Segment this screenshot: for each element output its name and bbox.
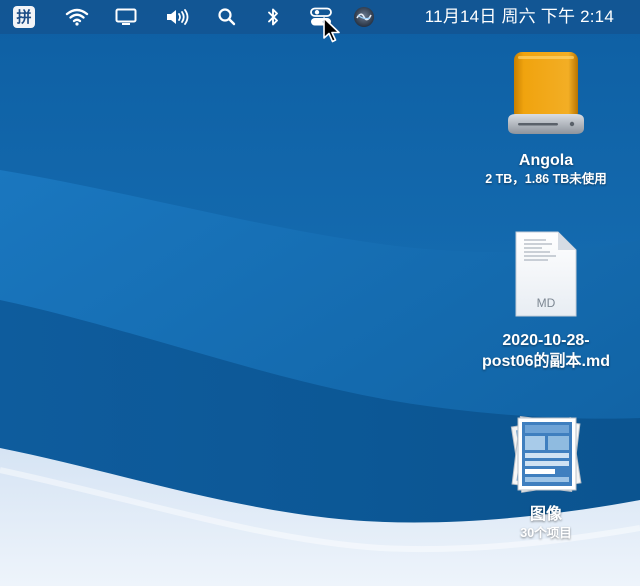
airplay-display-icon[interactable] — [114, 0, 138, 34]
volume-icon[interactable] — [164, 0, 192, 34]
mouse-cursor-icon — [323, 17, 340, 43]
input-method-label: 拼 — [13, 6, 35, 28]
menu-bar: 拼 11月14日 周六 下午 2:14 — [0, 0, 640, 34]
file-name-line2: post06的副本.md — [481, 353, 611, 370]
bluetooth-icon[interactable] — [264, 0, 282, 34]
siri-icon[interactable] — [352, 0, 376, 34]
input-method-icon[interactable]: 拼 — [12, 0, 36, 34]
spotlight-search-icon[interactable] — [216, 0, 238, 34]
file-name-line1: 2020-10-28- — [502, 332, 590, 349]
menu-bar-clock[interactable]: 11月14日 周六 下午 2:14 — [425, 0, 614, 34]
desktop-drive-angola[interactable]: Angola 2 TB，1.86 TB未使用 — [466, 48, 626, 187]
drive-info: 2 TB，1.86 TB未使用 — [485, 172, 607, 186]
file-type-badge: MD — [536, 296, 556, 310]
external-drive-icon — [508, 52, 584, 134]
desktop-file-markdown[interactable]: MD 2020-10-28- post06的副本.md — [466, 230, 626, 372]
stack-info: 30个项目 — [520, 526, 572, 540]
desktop-stack-images[interactable]: 图像 30个项目 — [466, 410, 626, 541]
wifi-icon[interactable] — [64, 0, 90, 34]
drive-name: Angola — [518, 152, 574, 169]
stack-name: 图像 — [529, 506, 562, 523]
image-stack-icon — [510, 416, 582, 493]
